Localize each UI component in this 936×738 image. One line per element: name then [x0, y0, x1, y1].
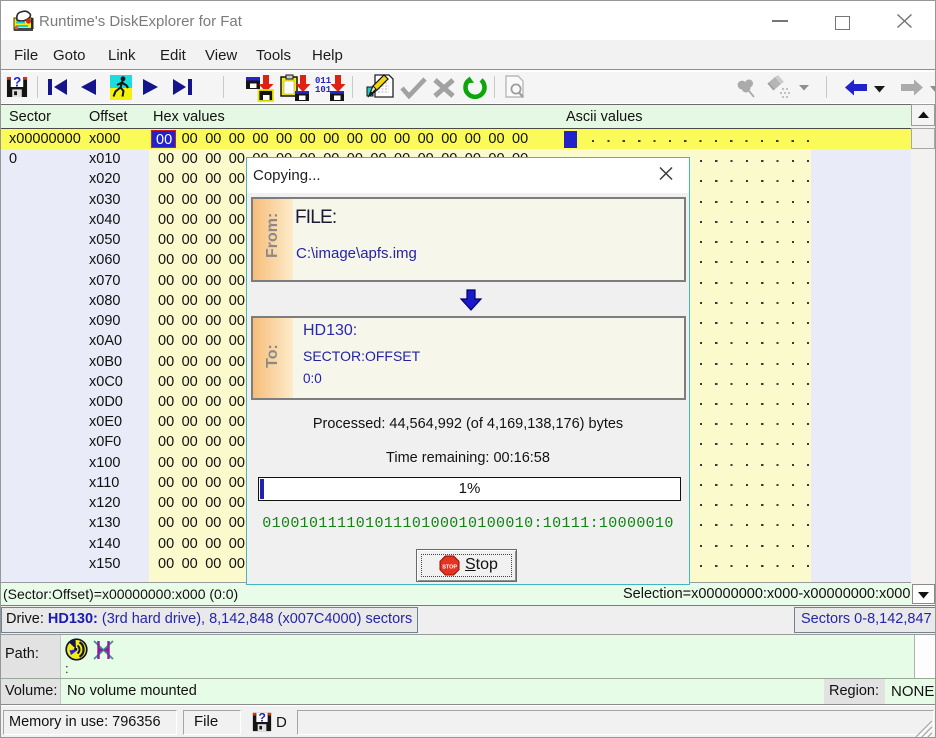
svg-text:STOP: STOP [442, 565, 457, 571]
svg-text:?: ? [13, 75, 21, 90]
svg-text:?: ? [259, 711, 266, 725]
svg-text:101: 101 [315, 85, 332, 95]
